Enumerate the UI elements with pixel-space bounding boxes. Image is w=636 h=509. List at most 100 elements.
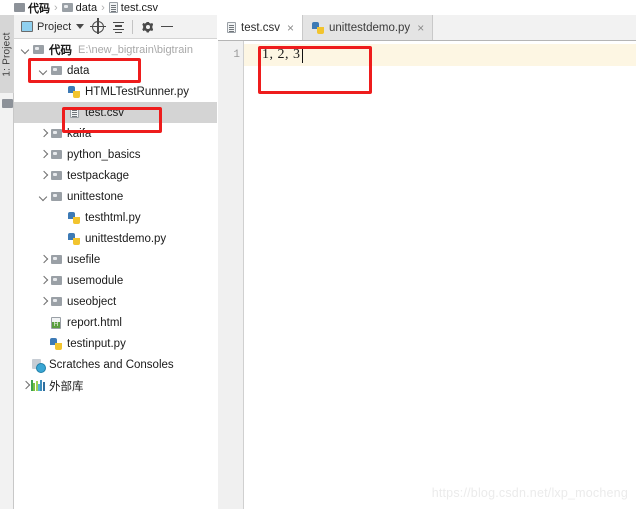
chevron-right-icon[interactable] xyxy=(38,128,49,139)
folder-icon xyxy=(50,129,62,138)
tree-item-label: test.csv xyxy=(85,106,124,119)
breadcrumb-label: test.csv xyxy=(120,1,159,14)
tree-row[interactable]: HTMLTestRunner.py xyxy=(14,81,217,102)
tree-icon-wrap xyxy=(31,380,45,391)
tree-icon-wrap xyxy=(49,192,63,201)
tree-item-label: 外部库 xyxy=(49,380,84,393)
code-line-1[interactable]: 1, 2, 3 xyxy=(262,44,303,66)
project-tree[interactable]: 代码 E:\new_bigtrain\bigtrain data HTMLTestRu… xyxy=(14,39,217,509)
folder-icon xyxy=(50,276,62,285)
chevron-right-icon[interactable] xyxy=(38,275,49,286)
hide-icon[interactable] xyxy=(158,18,176,36)
tree-row[interactable]: 外部库 xyxy=(14,375,217,396)
editor-area: test.csv × unittestdemo.py × 1 1, 2, 3 xyxy=(218,15,636,509)
csv-file-icon xyxy=(108,2,118,13)
locate-icon[interactable] xyxy=(89,18,107,36)
tool-window-strip: 1: Project xyxy=(0,15,14,509)
breadcrumb-item-file[interactable]: test.csv xyxy=(108,1,159,14)
breadcrumb-item-data[interactable]: data xyxy=(61,2,97,14)
tree-icon-wrap xyxy=(49,276,63,285)
folder-icon xyxy=(50,150,62,159)
python-file-icon xyxy=(68,211,80,224)
html-file-icon xyxy=(51,316,61,329)
line-number: 1 xyxy=(233,49,240,61)
editor-tabbar: test.csv × unittestdemo.py × xyxy=(218,15,636,41)
folder-icon[interactable] xyxy=(2,99,13,108)
tree-row[interactable]: unittestdemo.py xyxy=(14,228,217,249)
tree-icon-wrap xyxy=(49,297,63,306)
project-view-icon xyxy=(21,21,33,32)
toolbar-divider xyxy=(132,19,134,34)
python-file-icon xyxy=(312,21,324,34)
csv-file-icon xyxy=(69,107,79,118)
tree-icon-wrap xyxy=(49,66,63,75)
text-cursor xyxy=(301,47,303,63)
breadcrumb-separator: › xyxy=(54,1,58,14)
code-editor[interactable]: 1 1, 2, 3 xyxy=(218,41,636,509)
chevron-down-icon[interactable] xyxy=(38,191,49,202)
tab-unittestdemo-py[interactable]: unittestdemo.py × xyxy=(303,15,434,40)
tree-icon-wrap xyxy=(49,316,63,329)
tree-row[interactable]: python_basics xyxy=(14,144,217,165)
breadcrumb-label: 代码 xyxy=(28,2,50,15)
folder-icon xyxy=(14,3,25,12)
close-icon[interactable]: × xyxy=(417,22,424,34)
tree-item-label: report.html xyxy=(67,316,122,329)
tree-row[interactable]: data xyxy=(14,60,217,81)
sidebar-item-project-toolwindow[interactable]: 1: Project xyxy=(0,15,14,93)
tree-row[interactable]: unittestone xyxy=(14,186,217,207)
folder-icon xyxy=(50,192,62,201)
tree-item-label: usefile xyxy=(67,253,101,266)
tree-row[interactable]: usefile xyxy=(14,249,217,270)
collapse-all-icon[interactable] xyxy=(109,18,127,36)
tree-row[interactable]: usemodule xyxy=(14,270,217,291)
tree-icon-wrap xyxy=(31,45,45,54)
tree-item-label: unittestdemo.py xyxy=(85,232,167,245)
chevron-down-icon[interactable] xyxy=(38,65,49,76)
pycharm-window: 代码 › data › test.csv 1: Project Project xyxy=(0,0,636,509)
csv-file-icon xyxy=(227,22,236,33)
tree-row[interactable]: useobject xyxy=(14,291,217,312)
project-view-label: Project xyxy=(37,20,72,33)
tree-row[interactable]: report.html xyxy=(14,312,217,333)
tree-item-label: testhtml.py xyxy=(85,211,141,224)
tree-row[interactable]: testpackage xyxy=(14,165,217,186)
tree-row[interactable]: Scratches and Consoles xyxy=(14,354,217,375)
breadcrumb-item-project[interactable]: 代码 xyxy=(14,0,50,16)
tree-icon-wrap xyxy=(67,211,81,224)
tab-test-csv[interactable]: test.csv × xyxy=(218,15,303,40)
tree-item-label: useobject xyxy=(67,295,117,308)
chevron-right-icon[interactable] xyxy=(38,254,49,265)
tree-row[interactable]: test.csv xyxy=(14,102,217,123)
code-text: 1, 2, 3 xyxy=(262,47,301,62)
close-icon[interactable]: × xyxy=(287,22,294,34)
folder-icon xyxy=(50,171,62,180)
project-panel: Project 代码 E:\new_bigtrain\bigtrain data HT… xyxy=(14,15,217,509)
folder-icon xyxy=(61,3,73,12)
tree-item-label: kaifa xyxy=(67,127,92,140)
project-view-selector[interactable]: Project xyxy=(18,19,87,35)
scratches-icon xyxy=(32,358,46,373)
tree-row[interactable]: 代码 E:\new_bigtrain\bigtrain xyxy=(14,39,217,60)
watermark: https://blog.csdn.net/lxp_mocheng xyxy=(431,486,628,500)
tree-icon-wrap xyxy=(31,358,46,373)
tree-icon-wrap xyxy=(49,150,63,159)
tree-row[interactable]: testinput.py xyxy=(14,333,217,354)
tree-row[interactable]: kaifa xyxy=(14,123,217,144)
chevron-down-icon[interactable] xyxy=(20,44,31,55)
tree-row[interactable]: testhtml.py xyxy=(14,207,217,228)
tree-item-label: testpackage xyxy=(67,169,130,182)
tab-label: test.csv xyxy=(241,21,280,34)
settings-gear-icon[interactable] xyxy=(138,18,156,36)
chevron-right-icon[interactable] xyxy=(38,149,49,160)
chevron-right-icon[interactable] xyxy=(38,296,49,307)
tab-label: unittestdemo.py xyxy=(329,21,411,34)
tree-item-label: unittestone xyxy=(67,190,124,203)
tree-item-label: Scratches and Consoles xyxy=(49,358,174,371)
toolstrip-label: 1: Project xyxy=(1,31,13,77)
chevron-right-icon[interactable] xyxy=(20,380,31,391)
chevron-right-icon[interactable] xyxy=(38,170,49,181)
